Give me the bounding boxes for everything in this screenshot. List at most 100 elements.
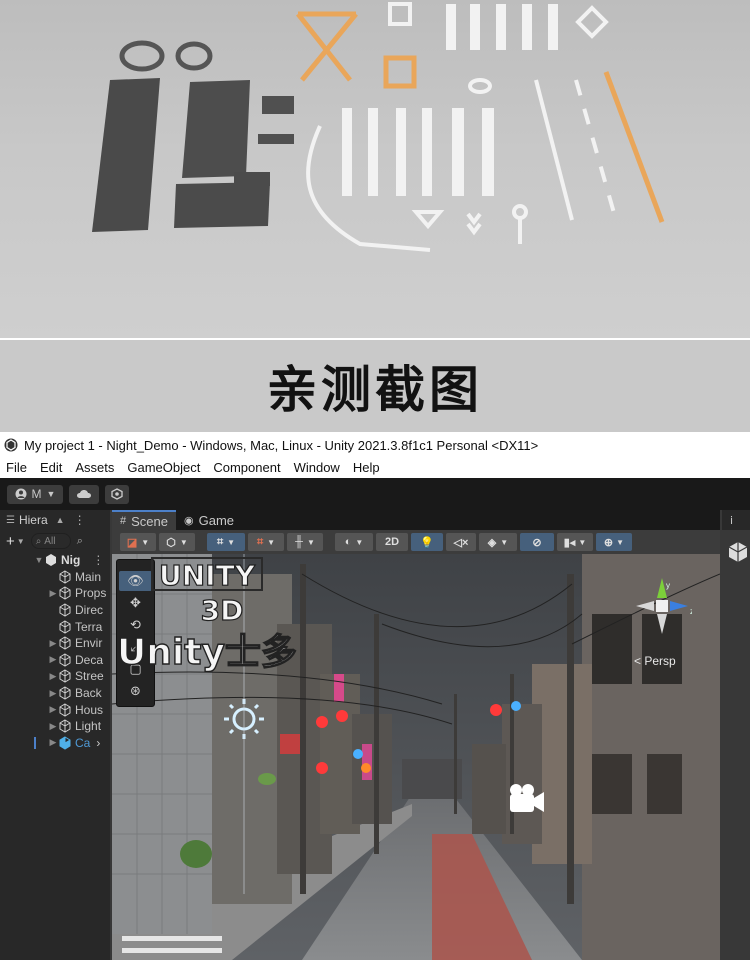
inspector-tab[interactable]: i — [722, 510, 750, 530]
scene-tab-bar: # Scene ◉ Game — [112, 510, 720, 530]
gameobject-cube-icon — [59, 570, 71, 584]
chevron-down-icon: ▼ — [578, 537, 587, 547]
effects-button[interactable]: ◈ ▼ — [479, 533, 517, 551]
search-placeholder: All — [44, 535, 56, 547]
chevron-right-icon[interactable]: ▶ — [48, 688, 58, 699]
hierarchy-item[interactable]: ▶ Back — [0, 685, 110, 702]
mode-2d-button[interactable]: 2D — [376, 533, 408, 551]
hierarchy-item[interactable]: ▶ Stree — [0, 668, 110, 685]
lightbulb-icon: 💡 — [420, 536, 434, 549]
chevron-right-icon[interactable]: ▶ — [48, 588, 58, 599]
scene-toolbar: ◪ ▼ ⬡ ▼ ⌗ ▼ ⌗ ▼ ╫ ▼ ◐ ▼ 2D 💡 ◁× ◈ ▼ ⊘ ▮◂… — [112, 530, 720, 554]
axis-y-label: y — [666, 581, 670, 590]
gameobject-cube-icon — [59, 620, 71, 634]
menu-gameobject[interactable]: GameObject — [127, 460, 200, 475]
menu-assets[interactable]: Assets — [75, 460, 114, 475]
window-title-bar[interactable]: My project 1 - Night_Demo - Windows, Mac… — [0, 433, 750, 457]
chevron-down-icon: ▼ — [267, 537, 276, 547]
menu-help[interactable]: Help — [353, 460, 380, 475]
tab-game-label: Game — [198, 512, 235, 528]
window-title: My project 1 - Night_Demo - Windows, Mac… — [24, 437, 539, 453]
gameobject-cube-icon — [59, 686, 71, 700]
hierarchy-scene-root[interactable]: ▼ Nig ⋮ — [0, 552, 110, 569]
chevron-right-icon[interactable]: ▶ — [48, 671, 58, 682]
chevron-down-icon: ▼ — [46, 489, 56, 499]
gizmos-button[interactable]: ⊕ ▼ — [596, 533, 632, 551]
hierarchy-item-label: Terra — [75, 619, 103, 634]
hierarchy-item[interactable]: ▶ Light — [0, 718, 110, 735]
hierarchy-item[interactable]: Direc — [0, 602, 110, 619]
menu-edit[interactable]: Edit — [40, 460, 62, 475]
visibility-toggle[interactable]: ⊘ — [520, 533, 554, 551]
menu-file[interactable]: File — [6, 460, 27, 475]
tab-scene[interactable]: # Scene — [112, 510, 176, 530]
audio-toggle[interactable]: ◁× — [446, 533, 476, 551]
grid-snap-button[interactable]: ⌗ ▼ — [207, 533, 245, 551]
chevron-down-icon: ▼ — [306, 537, 315, 547]
scene-viewport[interactable]: y z < Persp 👁 ✥ ⟲ ⤢ ▢ ⊛ UNITY 3D Unity士多 — [112, 554, 720, 960]
collab-button[interactable] — [105, 484, 129, 504]
hierarchy-tab[interactable]: ☰ Hiera ▲ ⋮ — [0, 510, 110, 530]
hierarchy-search-bar: + ▼ ⌕ All ⌕ — [0, 530, 110, 552]
chevron-right-icon[interactable]: ▶ — [48, 737, 58, 748]
chevron-down-icon: ▼ — [500, 537, 509, 547]
svg-text:Unity士多: Unity士多 — [117, 632, 297, 672]
sphere-icon: ◐ — [344, 536, 352, 548]
unity-editor-window: My project 1 - Night_Demo - Windows, Mac… — [0, 433, 750, 960]
hierarchy-item-label: Back — [75, 686, 102, 701]
selection-marker — [34, 736, 36, 749]
ruler-button[interactable]: ╫ ▼ — [287, 533, 323, 551]
chevron-right-icon[interactable]: ▶ — [48, 638, 58, 649]
chevron-right-icon[interactable]: › — [96, 736, 100, 750]
hierarchy-item[interactable]: ▶ Deca — [0, 652, 110, 669]
chevron-right-icon[interactable]: ▶ — [48, 654, 58, 665]
increment-snap-icon: ⌗ — [256, 535, 264, 548]
draw-mode-icon: ◪ — [126, 536, 138, 549]
grid-icon: # — [120, 515, 127, 527]
chevron-down-icon: ▼ — [616, 537, 625, 547]
cloud-button[interactable] — [69, 484, 99, 504]
menu-component[interactable]: Component — [213, 460, 280, 475]
hierarchy-item[interactable]: ▶ Envir — [0, 635, 110, 652]
persp-label[interactable]: < Persp — [634, 654, 676, 668]
hidden-eye-icon: ⊘ — [532, 536, 542, 549]
transform-tool[interactable]: ⊛ — [119, 681, 152, 701]
chevron-right-icon[interactable]: ▶ — [48, 721, 58, 732]
hierarchy-panel: ☰ Hiera ▲ ⋮ + ▼ ⌕ All ⌕ ▼ Nig ⋮ Main ▶ Pro… — [0, 510, 110, 960]
caption-banner: 亲测截图 — [0, 340, 750, 432]
search-filter-icon[interactable]: ⌕ — [77, 535, 83, 548]
hierarchy-search-input[interactable]: ⌕ All — [30, 533, 71, 549]
account-button[interactable]: M ▼ — [7, 484, 63, 504]
hierarchy-item[interactable]: Terra — [0, 618, 110, 635]
lighting-toggle[interactable]: 💡 — [411, 533, 443, 551]
hierarchy-item[interactable]: Main — [0, 569, 110, 586]
increment-snap-button[interactable]: ⌗ ▼ — [248, 533, 284, 551]
orientation-gizmo[interactable]: y z — [632, 574, 692, 644]
more-menu-icon[interactable]: ⋮ — [74, 513, 86, 527]
gameobject-cube-icon — [59, 736, 71, 750]
add-icon[interactable]: + — [6, 533, 15, 550]
axis-z-label: z — [690, 607, 692, 616]
hierarchy-item[interactable]: ▶ Props — [0, 585, 110, 602]
shading-cube-button[interactable]: ⬡ ▼ — [159, 533, 195, 551]
hamburger-icon: ☰ — [6, 514, 15, 526]
gameobject-cube-icon — [59, 669, 71, 684]
hierarchy-item[interactable]: ▶ Hous — [0, 701, 110, 718]
inspector-panel: i — [722, 510, 750, 960]
menu-bar: File Edit Assets GameObject Component Wi… — [0, 457, 750, 478]
camera-settings-button[interactable]: ▮◂ ▼ — [557, 533, 593, 551]
texture-preview-image — [0, 0, 750, 338]
tab-game[interactable]: ◉ Game — [176, 510, 242, 530]
chevron-down-icon[interactable]: ▼ — [17, 537, 25, 546]
chevron-right-icon[interactable]: ▶ — [48, 704, 58, 715]
chevron-down-icon[interactable]: ▼ — [34, 555, 44, 565]
shading-mode-button[interactable]: ◐ ▼ — [335, 533, 373, 551]
more-menu-icon[interactable]: ⋮ — [92, 553, 104, 567]
account-icon — [15, 488, 27, 500]
hierarchy-item[interactable]: ▶ Ca › — [0, 735, 110, 752]
draw-mode-button[interactable]: ◪ ▼ — [120, 533, 156, 551]
lock-icon[interactable]: ▲ — [56, 515, 65, 525]
chevron-down-icon: ▼ — [179, 537, 188, 547]
unity-scene-icon — [46, 554, 56, 567]
menu-window[interactable]: Window — [294, 460, 340, 475]
